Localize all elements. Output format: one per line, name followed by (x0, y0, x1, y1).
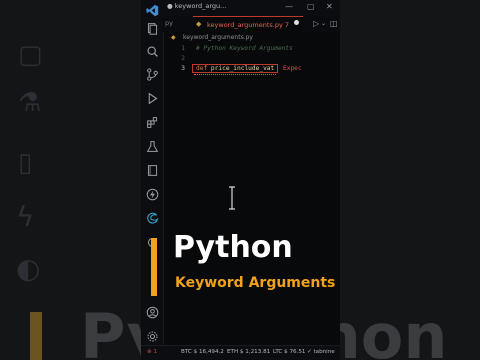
backdrop-right-text: Python (340, 300, 448, 360)
run-file-icon[interactable]: ▷ (313, 19, 319, 28)
status-btc[interactable]: BTC $ 16,494.2 (181, 349, 224, 355)
editor-window: ● keyword_argu... — ▢ ✕ py ◆ keyword_arg… (141, 0, 340, 360)
python-file-icon: ◆ (171, 34, 176, 41)
backdrop-bar (30, 312, 42, 360)
caption-subtitle: Keyword Arguments (175, 275, 336, 291)
edge-icon[interactable] (146, 212, 159, 225)
account-icon[interactable] (146, 306, 159, 319)
text-cursor-icon (228, 186, 236, 210)
caption-accent-bar (151, 238, 157, 296)
backdrop-flask-icon: ⚗ (18, 88, 42, 118)
code-keyword: def (196, 65, 208, 72)
tabnine-status[interactable]: ✓ tabnine (307, 349, 335, 355)
run-dropdown-icon[interactable]: ⌄ (321, 20, 326, 27)
title-bar: ● keyword_argu... — ▢ ✕ (163, 0, 340, 17)
backdrop-right: Python (340, 0, 480, 360)
code-function-name: price_include_vat (210, 65, 275, 72)
bolt-icon[interactable] (146, 188, 159, 201)
breadcrumb-file[interactable]: keyword_arguments.py (183, 34, 253, 41)
vscode-logo-icon (146, 4, 159, 17)
files-icon[interactable] (146, 22, 159, 35)
code-line-1: 1 # Python Keyword Arguments (163, 44, 340, 54)
python-file-icon: ◆ (196, 20, 202, 28)
tab-py[interactable]: py (165, 19, 173, 27)
split-editor-icon[interactable]: ◫ (330, 19, 338, 28)
tab-keyword-arguments[interactable]: ◆ keyword_arguments.py 7 (193, 16, 303, 33)
code-comment: # Python Keyword Arguments (196, 45, 293, 52)
status-bar: ⊗ 1 BTC $ 16,494.2 ETH $ 1,213.81 LTC $ … (141, 345, 340, 360)
book-icon[interactable] (146, 164, 159, 177)
unsaved-dot-icon[interactable] (294, 20, 299, 25)
backdrop-text: Python (80, 300, 141, 360)
inline-error-hint: Expec (283, 65, 302, 72)
code-line-2: 2 (163, 54, 340, 64)
search-icon[interactable] (146, 45, 159, 58)
close-button[interactable]: ✕ (326, 2, 333, 11)
caption-title: Python (173, 230, 293, 265)
backdrop-edge-icon: ◐ (16, 252, 41, 285)
gear-icon[interactable] (146, 330, 159, 343)
window-title[interactable]: ● keyword_argu... (167, 2, 226, 10)
backdrop-left: ▢ ⚗ ▯ ϟ ◐ Python (0, 0, 141, 360)
code-editor[interactable]: 1 # Python Keyword Arguments 2 3 def pri… (163, 44, 340, 346)
problems-indicator[interactable]: ⊗ 1 (147, 349, 157, 355)
backdrop-book-icon: ▯ (18, 148, 33, 178)
code-line-3: 3 def price_include_vat Expec (163, 64, 340, 75)
activity-bar (141, 0, 164, 360)
status-ltc[interactable]: LTC $ 76.51 (273, 349, 305, 355)
run-debug-icon[interactable] (146, 92, 159, 105)
line-number: 1 (181, 45, 185, 52)
editor-tabs: py ◆ keyword_arguments.py 7 ▷ ⌄ ◫ ⋯ (163, 16, 340, 33)
error-squiggle (194, 73, 276, 75)
breadcrumb: ◆ keyword_arguments.py (163, 32, 340, 44)
maximize-button[interactable]: ▢ (307, 2, 315, 11)
extensions-icon[interactable] (146, 116, 159, 129)
line-number: 2 (181, 55, 185, 62)
flask-icon[interactable] (146, 140, 159, 153)
status-eth[interactable]: ETH $ 1,213.81 (227, 349, 270, 355)
backdrop-files-icon: ▢ (18, 40, 43, 70)
minimize-button[interactable]: — (285, 2, 293, 11)
source-control-icon[interactable] (146, 68, 159, 81)
line-number: 3 (181, 65, 185, 72)
backdrop-bolt-icon: ϟ (16, 200, 35, 233)
